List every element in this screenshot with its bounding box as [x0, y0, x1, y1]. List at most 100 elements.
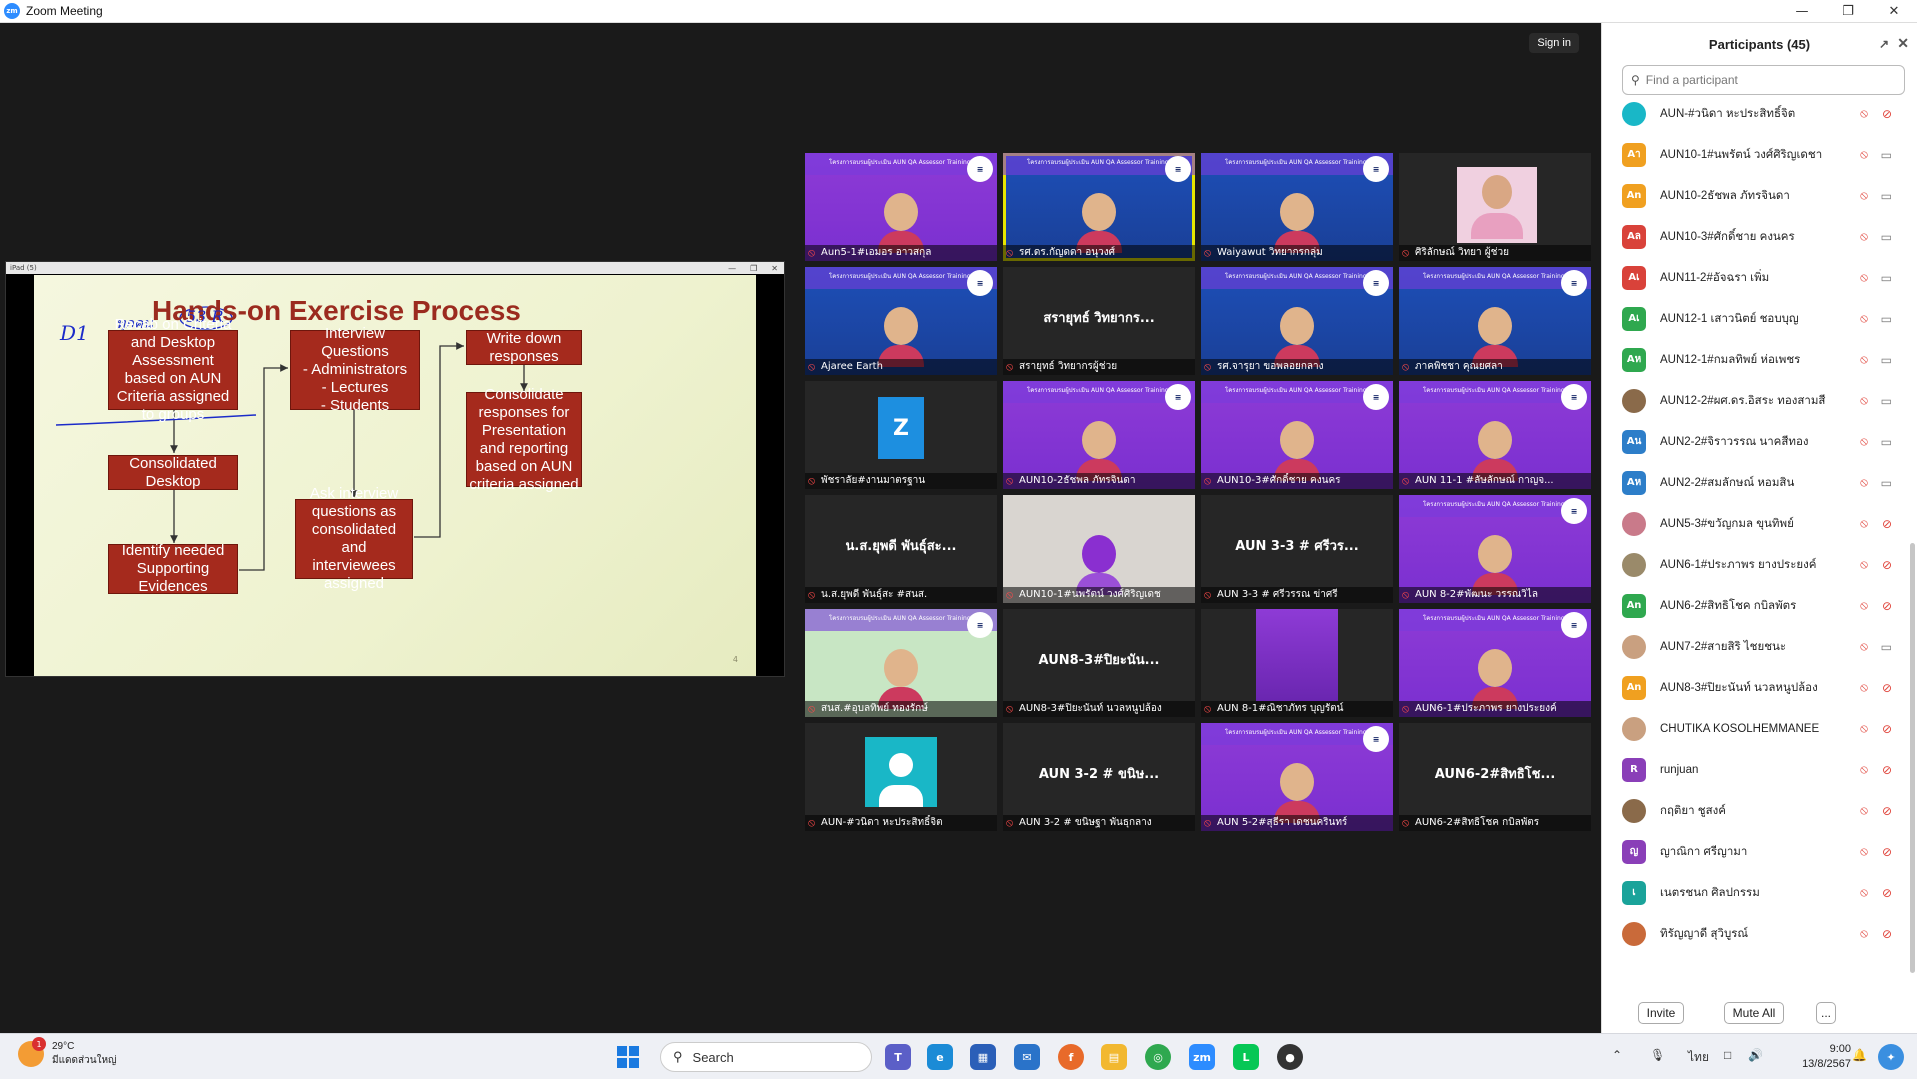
video-tile[interactable]: ⦸ ศิริลักษณ์ วิทยา ผู้ช่วย: [1399, 153, 1591, 261]
volume-icon[interactable]: 🔊: [1748, 1048, 1763, 1062]
video-tile[interactable]: โครงการอบรมผู้ประเมิน AUN QA Assessor Tr…: [1003, 153, 1195, 261]
participant-row[interactable]: AUN5-3#ขวัญกมล ขุนทิพย์ ⦸ ⊘: [1602, 503, 1902, 544]
video-tile[interactable]: โครงการอบรมผู้ประเมิน AUN QA Assessor Tr…: [1003, 381, 1195, 489]
mic-muted-icon[interactable]: ⦸: [1860, 721, 1868, 736]
video-tile[interactable]: โครงการอบรมผู้ประเมิน AUN QA Assessor Tr…: [1399, 267, 1591, 375]
mail-icon[interactable]: ✉: [1014, 1044, 1040, 1070]
app-icon[interactable]: ●: [1277, 1044, 1303, 1070]
participant-row[interactable]: An AUN10-2ธัชพล ภัทรจินดา ⦸ ▭: [1602, 175, 1902, 216]
mic-muted-icon[interactable]: ⦸: [1860, 311, 1868, 326]
close-panel-icon[interactable]: ✕: [1897, 35, 1909, 52]
video-tile[interactable]: AUN6-2#สิทธิโช... ⦸ AUN6-2#สิทธิโชค กบิลพั…: [1399, 723, 1591, 831]
mic-muted-icon[interactable]: ⦸: [1860, 106, 1868, 121]
camera-off-icon[interactable]: ⊘: [1882, 722, 1892, 736]
video-tile[interactable]: โครงการอบรมผู้ประเมิน AUN QA Assessor Tr…: [1201, 153, 1393, 261]
clock[interactable]: 9:00 13/8/2567: [1802, 1042, 1851, 1072]
participant-row[interactable]: Aเ AUN11-2#อัจฉรา เพิ่ม ⦸ ▭: [1602, 257, 1902, 298]
line-icon[interactable]: L: [1233, 1044, 1259, 1070]
video-tile[interactable]: โครงการอบรมผู้ประเมิน AUN QA Assessor Tr…: [1201, 381, 1393, 489]
camera-off-icon[interactable]: ⊘: [1882, 558, 1892, 572]
video-tile[interactable]: โครงการอบรมผู้ประเมิน AUN QA Assessor Tr…: [805, 267, 997, 375]
camera-icon[interactable]: ▭: [1881, 312, 1892, 326]
file-explorer-icon[interactable]: ▤: [1101, 1044, 1127, 1070]
participant-row[interactable]: Rrunjuan ⦸ ⊘: [1602, 749, 1902, 790]
participant-row[interactable]: AUN12-2#ผศ.ดร.อิสระ ทองสามสี ⦸ ▭: [1602, 380, 1902, 421]
participant-row[interactable]: CHUTIKA KOSOLHEMMANEE ⦸ ⊘: [1602, 708, 1902, 749]
camera-off-icon[interactable]: ⊘: [1882, 845, 1892, 859]
participant-row[interactable]: An AUN8-3#ปิยะนันท์ นวลหนูปล้อง ⦸ ⊘: [1602, 667, 1902, 708]
mic-muted-icon[interactable]: ⦸: [1860, 885, 1868, 900]
video-tile[interactable]: Z ⦸ พัชราลัย#งานมาตรฐาน: [805, 381, 997, 489]
video-tile[interactable]: โครงการอบรมผู้ประเมิน AUN QA Assessor Tr…: [805, 609, 997, 717]
camera-icon[interactable]: ▭: [1881, 189, 1892, 203]
video-tile[interactable]: สรายุทธ์ วิทยากร... ⦸ สรายุทธ์ วิทยากรผู้ช…: [1003, 267, 1195, 375]
camera-off-icon[interactable]: ⊘: [1882, 681, 1892, 695]
participant-row[interactable]: Aน AUN2-2#จิราวรรณ นาคสีทอง ⦸ ▭: [1602, 421, 1902, 462]
video-tile[interactable]: ⦸ AUN 8-1#ณิชาภัทร บุญรัตน์: [1201, 609, 1393, 717]
mic-muted-icon[interactable]: ⦸: [1860, 475, 1868, 490]
shared-screen[interactable]: iPad (5) — ❐ ✕ Hands-on Exercise Process D…: [5, 261, 785, 677]
minimize-button[interactable]: —: [1779, 0, 1825, 22]
camera-icon[interactable]: ▭: [1881, 271, 1892, 285]
popout-icon[interactable]: ↗: [1879, 37, 1889, 51]
participant-row[interactable]: AUN7-2#สายสิริ ไชยชนะ ⦸ ▭: [1602, 626, 1902, 667]
edge-icon[interactable]: e: [927, 1044, 953, 1070]
language-indicator[interactable]: ไทย: [1688, 1048, 1709, 1067]
camera-off-icon[interactable]: ⊘: [1882, 599, 1892, 613]
mic-muted-icon[interactable]: ⦸: [1860, 188, 1868, 203]
camera-off-icon[interactable]: ⊘: [1882, 107, 1892, 121]
video-tile[interactable]: น.ส.ยุพดี พันธุ์สะ... ⦸ น.ส.ยุพดี พันธุ์สะ…: [805, 495, 997, 603]
participant-row[interactable]: ญ ญาณิกา ศรีญามา ⦸ ⊘: [1602, 831, 1902, 872]
mic-muted-icon[interactable]: ⦸: [1860, 680, 1868, 695]
chrome-icon[interactable]: ◎: [1145, 1044, 1171, 1070]
participant-search-input[interactable]: ⚲ Find a participant: [1622, 65, 1905, 95]
notification-bell-icon[interactable]: 🔔: [1852, 1048, 1867, 1062]
mic-muted-icon[interactable]: ⦸: [1860, 270, 1868, 285]
video-tile[interactable]: โครงการอบรมผู้ประเมิน AUN QA Assessor Tr…: [1399, 381, 1591, 489]
mute-all-button[interactable]: Mute All: [1724, 1002, 1784, 1024]
microphone-icon[interactable]: 🎙: [1650, 1048, 1665, 1062]
camera-icon[interactable]: ▭: [1881, 148, 1892, 162]
video-tile[interactable]: ⦸ AUN10-1#นพรัตน์ วงศ์ศิริญเดช: [1003, 495, 1195, 603]
participant-row[interactable]: ทิรัญญาดี สุวิบูรณ์ ⦸ ⊘: [1602, 913, 1902, 954]
invite-button[interactable]: Invite: [1638, 1002, 1684, 1024]
participant-row[interactable]: กฤติยา ชูสงค์ ⦸ ⊘: [1602, 790, 1902, 831]
video-tile[interactable]: ⦸ AUN-#วนิดา หะประสิทธิ์จิต: [805, 723, 997, 831]
participant-scrollbar[interactable]: [1910, 543, 1915, 973]
mic-muted-icon[interactable]: ⦸: [1860, 147, 1868, 162]
camera-icon[interactable]: ▭: [1881, 476, 1892, 490]
video-tile[interactable]: AUN 3-2 # ขนิษ... ⦸ AUN 3-2 # ขนิษฐา พันธุ…: [1003, 723, 1195, 831]
participant-row[interactable]: Aห AUN12-1#กมลทิพย์ ห่อเพชร ⦸ ▭: [1602, 339, 1902, 380]
video-tile[interactable]: โครงการอบรมผู้ประเมิน AUN QA Assessor Tr…: [805, 153, 997, 261]
participant-row[interactable]: An AUN6-2#สิทธิโชค กบิลพัตร ⦸ ⊘: [1602, 585, 1902, 626]
mic-muted-icon[interactable]: ⦸: [1860, 229, 1868, 244]
participant-row[interactable]: AUN-#วนิดา หะประสิทธิ์จิต ⦸ ⊘: [1602, 93, 1902, 134]
mic-muted-icon[interactable]: ⦸: [1860, 639, 1868, 654]
copilot-icon[interactable]: ✦: [1878, 1044, 1904, 1070]
video-tile[interactable]: โครงการอบรมผู้ประเมิน AUN QA Assessor Tr…: [1399, 609, 1591, 717]
mic-muted-icon[interactable]: ⦸: [1860, 434, 1868, 449]
video-tile[interactable]: AUN 3-3 # ศรีวร... ⦸ AUN 3-3 # ศรีวรรณ ข่า…: [1201, 495, 1393, 603]
mic-muted-icon[interactable]: ⦸: [1860, 762, 1868, 777]
mic-muted-icon[interactable]: ⦸: [1860, 803, 1868, 818]
camera-icon[interactable]: ▭: [1881, 353, 1892, 367]
participant-row[interactable]: เ เนตรชนก ศิลปกรรม ⦸ ⊘: [1602, 872, 1902, 913]
participant-row[interactable]: AUN6-1#ประภาพร ยางประยงค์ ⦸ ⊘: [1602, 544, 1902, 585]
mic-muted-icon[interactable]: ⦸: [1860, 844, 1868, 859]
camera-icon[interactable]: ▭: [1881, 230, 1892, 244]
camera-off-icon[interactable]: ⊘: [1882, 517, 1892, 531]
participant-row[interactable]: Aา AUN10-1#นพรัตน์ วงศ์ศิริญเดชา ⦸ ▭: [1602, 134, 1902, 175]
video-tile[interactable]: โครงการอบรมผู้ประเมิน AUN QA Assessor Tr…: [1201, 723, 1393, 831]
camera-off-icon[interactable]: ⊘: [1882, 886, 1892, 900]
start-button-icon[interactable]: [617, 1046, 639, 1068]
video-tile[interactable]: โครงการอบรมผู้ประเมิน AUN QA Assessor Tr…: [1201, 267, 1393, 375]
more-options-button[interactable]: ...: [1816, 1002, 1836, 1024]
store-icon[interactable]: ▦: [970, 1044, 996, 1070]
network-icon[interactable]: □: [1724, 1048, 1731, 1062]
camera-off-icon[interactable]: ⊘: [1882, 927, 1892, 941]
video-tile[interactable]: AUN8-3#ปิยะนัน... ⦸ AUN8-3#ปิยะนันท์ นวลหน…: [1003, 609, 1195, 717]
taskbar-search[interactable]: ⚲ Search: [660, 1042, 872, 1072]
mic-muted-icon[interactable]: ⦸: [1860, 393, 1868, 408]
restore-button[interactable]: ❐: [1825, 0, 1871, 22]
camera-icon[interactable]: ▭: [1881, 394, 1892, 408]
